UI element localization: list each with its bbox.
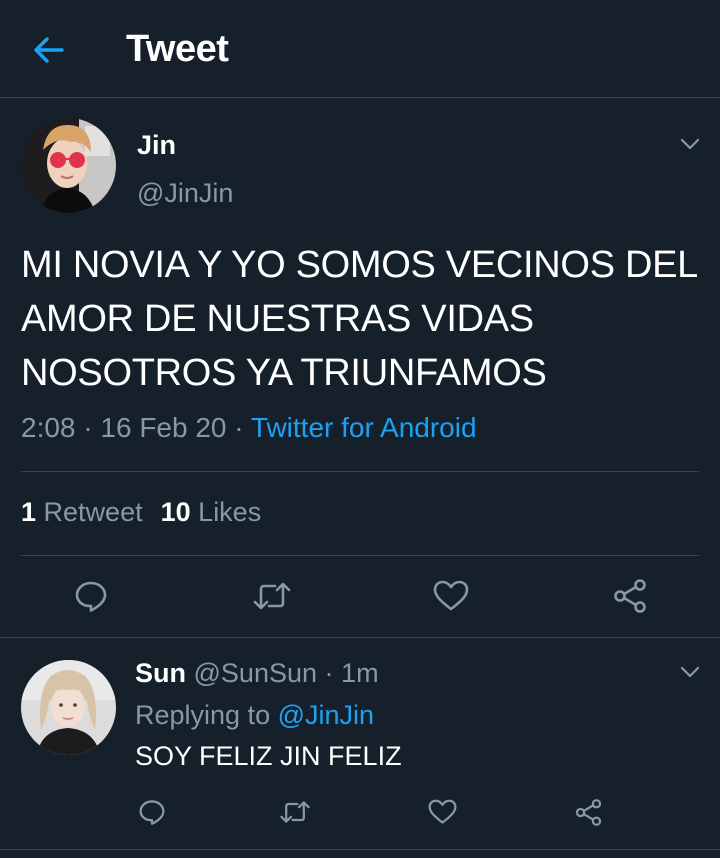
like-count: 10 — [160, 497, 191, 527]
page-title: Tweet — [126, 28, 229, 70]
tweet-meta: 2:08 · 16 Feb 20 · Twitter for Android — [21, 412, 477, 444]
reply-retweet-button[interactable] — [277, 796, 313, 828]
reply-time: 1m — [341, 658, 379, 688]
author-avatar[interactable] — [21, 118, 116, 213]
retweet-icon — [280, 801, 310, 823]
retweets-stat[interactable]: 1 Retweet — [21, 497, 143, 527]
reply-like-button[interactable] — [424, 796, 460, 828]
author-name[interactable]: Jin — [137, 130, 176, 161]
top-app-bar: Tweet — [0, 0, 720, 98]
meta-separator: · — [324, 658, 334, 688]
share-icon — [575, 798, 601, 826]
reply-author-avatar[interactable] — [21, 660, 116, 755]
divider — [0, 637, 720, 638]
retweet-label: Retweet — [43, 497, 143, 527]
reply-share-button[interactable] — [570, 796, 606, 828]
reply-icon — [75, 581, 107, 612]
reply-menu-button[interactable] — [675, 660, 705, 684]
meta-separator: · — [83, 412, 93, 443]
reply-reply-button[interactable] — [134, 796, 170, 828]
tweet-stats: 1 Retweet 10 Likes — [21, 497, 261, 528]
tweet-time: 2:08 — [21, 412, 76, 443]
divider — [21, 555, 699, 556]
like-label: Likes — [198, 497, 262, 527]
tweet-menu-button[interactable] — [675, 132, 705, 156]
like-button[interactable] — [428, 576, 474, 616]
likes-stat[interactable]: 10 Likes — [161, 497, 262, 527]
reply-icon — [139, 800, 165, 825]
tweet-date: 16 Feb 20 — [100, 412, 227, 443]
arrow-left-icon — [34, 37, 64, 63]
replying-to: Replying to @JinJin — [135, 700, 374, 731]
reply-author-handle[interactable]: @SunSun — [194, 658, 318, 688]
replying-to-mention[interactable]: @JinJin — [278, 700, 374, 730]
share-icon — [614, 579, 646, 613]
retweet-button[interactable] — [249, 576, 295, 616]
back-button[interactable] — [26, 30, 70, 70]
chevron-down-icon — [680, 138, 700, 150]
tweet-source-link[interactable]: Twitter for Android — [251, 412, 477, 443]
meta-separator: · — [234, 412, 244, 443]
divider — [21, 471, 699, 472]
like-icon — [433, 580, 469, 611]
author-handle[interactable]: @JinJin — [137, 178, 233, 209]
divider — [0, 849, 720, 850]
tweet-text: MI NOVIA Y YO SOMOS VECINOS DEL AMOR DE … — [21, 244, 697, 394]
reply-button[interactable] — [68, 576, 114, 616]
retweet-count: 1 — [21, 497, 37, 527]
reply-header: Sun @SunSun · 1m — [135, 658, 379, 689]
chevron-down-icon — [680, 666, 700, 678]
replying-to-label: Replying to — [135, 700, 271, 730]
reply-author-name[interactable]: Sun — [135, 658, 186, 688]
like-icon — [427, 799, 457, 824]
share-button[interactable] — [607, 576, 653, 616]
retweet-icon — [253, 582, 291, 610]
reply-text: SOY FELIZ JIN FELIZ — [135, 741, 402, 771]
